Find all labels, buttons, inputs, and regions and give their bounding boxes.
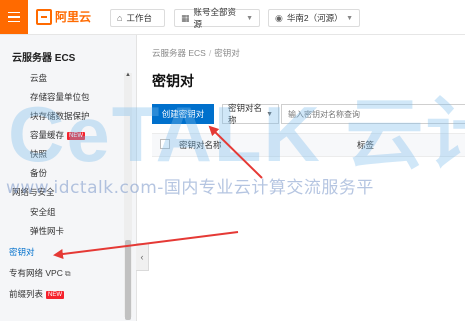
region-select[interactable]: ◉ 华南2（河源） ▼ — [268, 9, 360, 27]
aliyun-logo-icon — [36, 8, 52, 25]
scrollbar-thumb[interactable] — [125, 240, 131, 320]
location-icon: ◉ — [275, 12, 283, 23]
search-field-select[interactable]: 密钥对名称 ▼ — [222, 103, 279, 125]
resource-group-icon: ▦ — [181, 12, 190, 23]
sidebar: 云服务器 ECS 云盘 存储容量单位包 块存储数据保护 容量缓存 NEW 快照 备… — [0, 35, 137, 321]
section-label: 网络与安全 — [12, 187, 55, 197]
chevron-left-icon: ‹ — [140, 252, 144, 262]
logo-text: 阿里云 — [55, 10, 92, 24]
breadcrumb-item-ecs[interactable]: 云服务器 ECS — [152, 48, 206, 58]
resource-group-label: 账号全部资源 — [193, 7, 237, 29]
home-icon: ⌂ — [117, 13, 123, 23]
select-all-checkbox[interactable] — [160, 139, 170, 149]
sidebar-item-label: 前缀列表 — [9, 289, 44, 299]
chevron-down-icon: ▼ — [246, 14, 253, 22]
region-label: 华南2（河源） — [286, 13, 343, 23]
sidebar-item-keypair[interactable]: 密钥对 — [9, 246, 35, 258]
sidebar-item-eni[interactable]: 弹性网卡 — [30, 225, 64, 237]
scroll-up-icon[interactable]: ▲ — [125, 72, 131, 78]
sidebar-item-prefix-list[interactable]: 前缀列表 NEW — [9, 288, 65, 300]
sidebar-item-snapshot[interactable]: 快照 — [30, 148, 47, 160]
breadcrumb: 云服务器 ECS / 密钥对 — [152, 47, 240, 59]
workbench-button[interactable]: ⌂ 工作台 — [110, 9, 165, 27]
breadcrumb-separator: / — [208, 48, 212, 58]
sidebar-item-storage-package[interactable]: 存储容量单位包 — [30, 91, 90, 103]
chevron-down-icon: ▼ — [346, 14, 353, 22]
external-link-icon: ⧉ — [64, 269, 71, 278]
sidebar-title: 云服务器 ECS — [12, 53, 76, 64]
column-header-name[interactable]: 密钥对名称 — [179, 139, 222, 151]
breadcrumb-item-keypair: 密钥对 — [214, 48, 240, 58]
sidebar-section-network-security[interactable]: 网络与安全 — [12, 186, 55, 198]
sidebar-item-backup[interactable]: 备份 — [30, 167, 47, 179]
hamburger-menu-icon[interactable] — [0, 0, 28, 34]
new-badge: NEW — [46, 290, 65, 299]
table-header: 密钥对名称 标签 — [152, 133, 465, 157]
resource-group-select[interactable]: ▦ 账号全部资源 ▼ — [174, 7, 260, 29]
search-input[interactable] — [281, 104, 465, 124]
page-title: 密钥对 — [152, 73, 194, 89]
new-badge: NEW — [67, 131, 86, 140]
sidebar-item-label: 容量缓存 — [30, 130, 65, 140]
sidebar-item-capacity-cache[interactable]: 容量缓存 NEW — [30, 129, 86, 141]
sidebar-item-security-group[interactable]: 安全组 — [30, 206, 56, 218]
workbench-label: 工作台 — [126, 13, 152, 23]
aliyun-logo[interactable]: 阿里云 — [36, 8, 91, 25]
sidebar-item-label: 专有网络 VPC — [9, 268, 63, 278]
sidebar-collapse-handle[interactable]: ‹ — [136, 243, 149, 271]
chevron-down-icon: ▼ — [266, 110, 273, 118]
create-keypair-button[interactable]: 创建密钥对 — [152, 104, 214, 124]
sidebar-item-disk[interactable]: 云盘 — [30, 72, 47, 84]
sidebar-item-vpc[interactable]: 专有网络 VPC ⧉ — [9, 267, 71, 279]
search-field-label: 密钥对名称 — [228, 103, 263, 125]
top-bar: 阿里云 ⌂ 工作台 ▦ 账号全部资源 ▼ ◉ 华南2（河源） ▼ — [0, 0, 465, 35]
sidebar-item-block-storage-protection[interactable]: 块存储数据保护 — [30, 110, 90, 122]
column-header-tags: 标签 — [357, 140, 375, 150]
